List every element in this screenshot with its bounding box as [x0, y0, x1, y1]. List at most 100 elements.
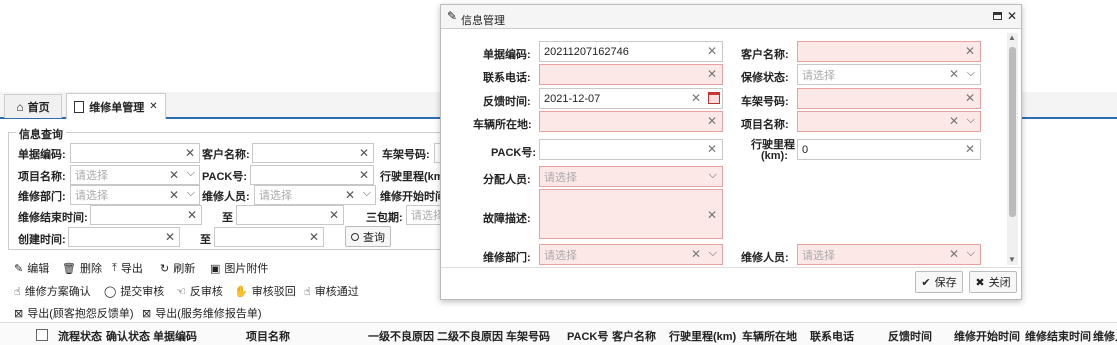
reverse-review-button[interactable]: ☜ 反审核	[176, 283, 223, 299]
assignee-select[interactable]: 请选择 ⌵	[539, 166, 723, 187]
chevron-down-icon[interactable]: ⌵	[967, 247, 975, 260]
created-to-input[interactable]: ✕	[214, 227, 324, 247]
export-service-report-button[interactable]: ⊠ 导出(服务维修报告单)	[142, 305, 262, 321]
end-time-from-input[interactable]: ✕	[90, 205, 202, 225]
clear-icon[interactable]: ✕	[185, 146, 195, 160]
clear-icon[interactable]: ✕	[707, 208, 717, 222]
created-from-input[interactable]: ✕	[68, 227, 180, 247]
chevron-down-icon[interactable]: ⌵	[967, 114, 975, 127]
col-repair-person[interactable]: 维修人	[1093, 328, 1117, 344]
mileage-input[interactable]: 0 ✕	[797, 139, 981, 160]
person-select[interactable]: 请选择 ✕ ⌵	[797, 244, 981, 265]
col-order-no[interactable]: 单据编码	[153, 328, 197, 344]
export-button[interactable]: ⤒ 导出	[112, 260, 143, 276]
calendar-icon[interactable]	[708, 92, 720, 104]
clear-icon[interactable]: ✕	[359, 146, 369, 160]
chevron-down-icon[interactable]: ⌵	[187, 167, 195, 180]
reject-review-button[interactable]: ✋ 审核驳回	[234, 283, 296, 299]
frame-no-input[interactable]: ✕	[797, 88, 981, 109]
col-reason-2[interactable]: 二级不良原因	[437, 328, 503, 344]
edit-icon: ✎	[447, 9, 458, 23]
col-location[interactable]: 车辆所在地	[742, 328, 797, 344]
clear-icon[interactable]: ✕	[965, 142, 975, 156]
refresh-button[interactable]: ↻ 刷新	[160, 260, 195, 276]
clear-icon[interactable]: ✕	[949, 67, 959, 81]
edit-button[interactable]: ✎ 编辑	[14, 260, 49, 276]
clear-icon[interactable]: ✕	[169, 188, 179, 202]
scroll-thumb[interactable]	[1009, 47, 1016, 217]
customer-input[interactable]: ✕	[797, 41, 981, 62]
col-end-time[interactable]: 维修结束时间	[1025, 328, 1091, 344]
col-customer[interactable]: 客户名称	[612, 328, 656, 344]
col-mileage[interactable]: 行驶里程(km)	[669, 328, 736, 344]
dept-select[interactable]: 请选择 ✕ ⌵	[539, 244, 723, 265]
end-time-label: 维修结束时间:	[18, 212, 88, 224]
clear-icon[interactable]: ✕	[965, 91, 975, 105]
chevron-down-icon[interactable]: ⌵	[187, 187, 195, 200]
col-flow-status[interactable]: 流程状态	[58, 328, 102, 344]
tab-repair-orders[interactable]: 维修单管理 ✕	[66, 93, 166, 119]
tab-close-icon[interactable]: ✕	[149, 101, 157, 112]
save-button[interactable]: ✔ 保存	[915, 271, 963, 293]
pack-input[interactable]: ✕	[539, 139, 723, 160]
clear-icon[interactable]: ✕	[169, 168, 179, 182]
close-button[interactable]: ✖ 关闭	[969, 271, 1017, 293]
clear-icon[interactable]: ✕	[691, 91, 701, 105]
project-select[interactable]: 请选择 ✕ ⌵	[70, 165, 200, 185]
close-icon[interactable]: ✕	[1007, 9, 1017, 23]
clear-icon[interactable]: ✕	[707, 114, 717, 128]
approve-review-button[interactable]: ☝ 审核通过	[304, 283, 359, 299]
clear-icon[interactable]: ✕	[965, 44, 975, 58]
person-select[interactable]: 请选择 ✕ ⌵	[254, 185, 376, 205]
clear-icon[interactable]: ✕	[691, 247, 701, 261]
chevron-down-icon[interactable]: ⌵	[709, 247, 717, 260]
customer-input[interactable]: ✕	[252, 143, 374, 163]
col-frame-no[interactable]: 车架号码	[506, 328, 550, 344]
order-no-input[interactable]: 20211207162746 ✕	[539, 41, 723, 62]
dept-select[interactable]: 请选择 ✕ ⌵	[70, 185, 200, 205]
fault-textarea[interactable]: ✕	[539, 189, 723, 239]
clear-icon[interactable]: ✕	[329, 208, 339, 222]
tab-home[interactable]: ⌂ 首页	[4, 94, 62, 118]
warranty-select[interactable]: 请选择 ✕ ⌵	[797, 64, 981, 85]
chevron-down-icon[interactable]: ⌵	[363, 187, 371, 200]
col-confirm-status[interactable]: 确认状态	[106, 328, 150, 344]
clear-icon[interactable]: ✕	[309, 230, 319, 244]
maximize-icon[interactable]	[993, 12, 1002, 20]
clear-icon[interactable]: ✕	[707, 142, 717, 156]
chevron-down-icon[interactable]: ⌵	[709, 169, 717, 182]
clear-icon[interactable]: ✕	[187, 208, 197, 222]
clear-icon[interactable]: ✕	[949, 114, 959, 128]
order-no-input[interactable]: ✕	[70, 143, 200, 163]
end-time-to-input[interactable]: ✕	[236, 205, 344, 225]
clear-icon[interactable]: ✕	[345, 188, 355, 202]
confirm-plan-button[interactable]: ☝ 维修方案确认	[14, 283, 91, 299]
feedback-time-input[interactable]: 2021-12-07 ✕	[539, 88, 723, 109]
dialog-footer	[441, 267, 1021, 268]
scrollbar[interactable]: ▲ ▼	[1007, 33, 1018, 265]
col-feedback-time[interactable]: 反馈时间	[888, 328, 932, 344]
clear-icon[interactable]: ✕	[165, 230, 175, 244]
scroll-down-icon[interactable]: ▼	[1008, 255, 1016, 264]
col-start-time[interactable]: 维修开始时间	[954, 328, 1020, 344]
clear-icon[interactable]: ✕	[359, 168, 369, 182]
col-reason-1[interactable]: 一级不良原因	[368, 328, 434, 344]
export-complaint-button[interactable]: ⊠ 导出(顾客抱怨反馈单)	[14, 305, 134, 321]
select-all-checkbox[interactable]	[36, 329, 48, 341]
chevron-down-icon[interactable]: ⌵	[967, 67, 975, 80]
scroll-up-icon[interactable]: ▲	[1008, 33, 1016, 42]
clear-icon[interactable]: ✕	[707, 44, 717, 58]
location-input[interactable]: ✕	[539, 111, 723, 132]
search-button[interactable]: 查询	[345, 226, 391, 247]
col-phone[interactable]: 联系电话	[810, 328, 854, 344]
delete-button[interactable]: 🗑 删除	[62, 260, 102, 276]
pack-input[interactable]: ✕	[250, 165, 374, 185]
col-project[interactable]: 项目名称	[246, 328, 290, 344]
project-select[interactable]: ✕ ⌵	[797, 111, 981, 132]
clear-icon[interactable]: ✕	[949, 247, 959, 261]
clear-icon[interactable]: ✕	[707, 67, 717, 81]
col-pack[interactable]: PACK号	[567, 328, 608, 344]
submit-review-button[interactable]: ◯ 提交审核	[104, 283, 164, 299]
image-attachments-button[interactable]: ▣ 图片附件	[210, 260, 268, 276]
phone-input[interactable]: ✕	[539, 64, 723, 85]
